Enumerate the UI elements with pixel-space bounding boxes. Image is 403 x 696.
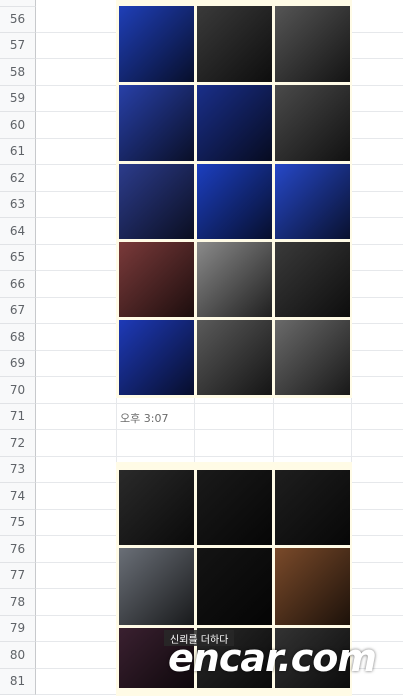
photo-car-interior-seats-2[interactable] xyxy=(275,6,350,82)
row-number[interactable]: 64 xyxy=(0,218,36,245)
photo-car-door-sticker[interactable] xyxy=(119,85,194,161)
photo-wheel-red-caliper[interactable] xyxy=(119,320,194,395)
row-number[interactable]: 58 xyxy=(0,59,36,86)
row-number[interactable]: 74 xyxy=(0,483,36,510)
row-number[interactable]: 66 xyxy=(0,271,36,298)
row-number[interactable]: 77 xyxy=(0,562,36,589)
photo-car-trunk-open[interactable] xyxy=(119,164,194,239)
photo-center-console[interactable] xyxy=(119,548,194,625)
photo-instrument-cluster[interactable] xyxy=(197,470,272,545)
row-number[interactable]: 63 xyxy=(0,191,36,218)
row-number[interactable]: 76 xyxy=(0,536,36,563)
row-number[interactable]: 59 xyxy=(0,85,36,112)
photo-dashboard-controls[interactable] xyxy=(119,470,194,545)
row-number[interactable]: 56 xyxy=(0,6,36,33)
photo-tire-closeup[interactable] xyxy=(275,242,350,317)
row-number[interactable]: 81 xyxy=(0,668,36,695)
row-number[interactable]: 69 xyxy=(0,350,36,377)
spreadsheet: 56 57 58 59 60 61 62 63 64 65 66 67 68 69 70 71 72 73 74 75… xyxy=(0,0,403,696)
row-number[interactable]: 62 xyxy=(0,165,36,192)
row-number[interactable]: 60 xyxy=(0,112,36,139)
row-number[interactable]: 67 xyxy=(0,297,36,324)
encar-watermark-logo: encar.com xyxy=(168,636,377,680)
grid-row xyxy=(36,404,403,430)
photo-car-front-orange-lights[interactable] xyxy=(275,548,350,625)
photo-car-panel-blue[interactable] xyxy=(197,164,272,239)
row-number[interactable]: 68 xyxy=(0,324,36,351)
row-number[interactable]: 80 xyxy=(0,642,36,669)
photo-instrument-cluster-2[interactable] xyxy=(275,470,350,545)
row-number[interactable]: 73 xyxy=(0,456,36,483)
row-number[interactable]: 72 xyxy=(0,430,36,457)
row-number[interactable]: 78 xyxy=(0,589,36,616)
row-number[interactable]: 65 xyxy=(0,244,36,271)
photo-car-exterior-blue-door[interactable] xyxy=(119,6,194,82)
row-number[interactable]: 57 xyxy=(0,32,36,59)
row-number[interactable]: 71 xyxy=(0,403,36,430)
photo-brake-disc-2[interactable] xyxy=(275,320,350,395)
grid-row xyxy=(36,430,403,457)
photo-car-interior-seats[interactable] xyxy=(197,6,272,82)
photo-car-roof-blue[interactable] xyxy=(275,164,350,239)
row-number[interactable]: 70 xyxy=(0,377,36,404)
photo-screen-display[interactable] xyxy=(197,548,272,625)
photo-brake-disc[interactable] xyxy=(197,242,272,317)
photo-engine-bay[interactable] xyxy=(197,320,272,395)
row-number[interactable]: 75 xyxy=(0,509,36,536)
photo-car-door-sill[interactable] xyxy=(197,85,272,161)
row-number xyxy=(0,0,36,7)
message-timestamp: 오후 3:07 xyxy=(120,412,169,425)
photo-car-seat-detail[interactable] xyxy=(275,85,350,161)
row-number[interactable]: 79 xyxy=(0,615,36,642)
row-number[interactable]: 61 xyxy=(0,138,36,165)
photo-brake-caliper-red[interactable] xyxy=(119,242,194,317)
